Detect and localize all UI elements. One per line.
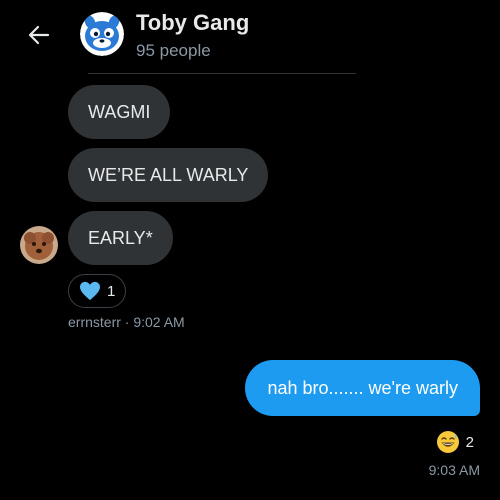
sender-avatar[interactable]	[20, 226, 58, 264]
message-meta: 9:03 AM	[428, 462, 480, 478]
incoming-message-bubble[interactable]: EARLY*	[68, 211, 173, 265]
message-meta: errnsterr · 9:02 AM	[68, 314, 185, 330]
group-name[interactable]: Toby Gang	[136, 10, 249, 36]
incoming-message-bubble[interactable]: WAGMI	[68, 85, 171, 139]
outgoing-message-bubble[interactable]: nah bro....... we're warly	[245, 360, 480, 416]
incoming-message-bubble[interactable]: WE’RE ALL WARLY	[68, 148, 269, 202]
reaction-pill[interactable]: 2	[436, 430, 474, 454]
back-button[interactable]	[24, 20, 54, 50]
reaction-count: 1	[107, 282, 116, 300]
blue-heart-icon	[80, 281, 100, 301]
grinning-sweat-emoji-icon	[436, 431, 459, 453]
group-avatar[interactable]	[80, 12, 124, 56]
dog-photo-avatar	[20, 226, 58, 264]
conversation-header: Toby Gang 95 people	[0, 0, 500, 75]
reaction-pill[interactable]: 1	[68, 274, 126, 308]
blue-cartoon-creature-avatar	[80, 12, 124, 56]
header-divider	[88, 73, 356, 74]
member-count: 95 people	[136, 41, 211, 60]
arrow-left-icon	[28, 25, 50, 45]
reaction-count: 2	[465, 433, 474, 451]
